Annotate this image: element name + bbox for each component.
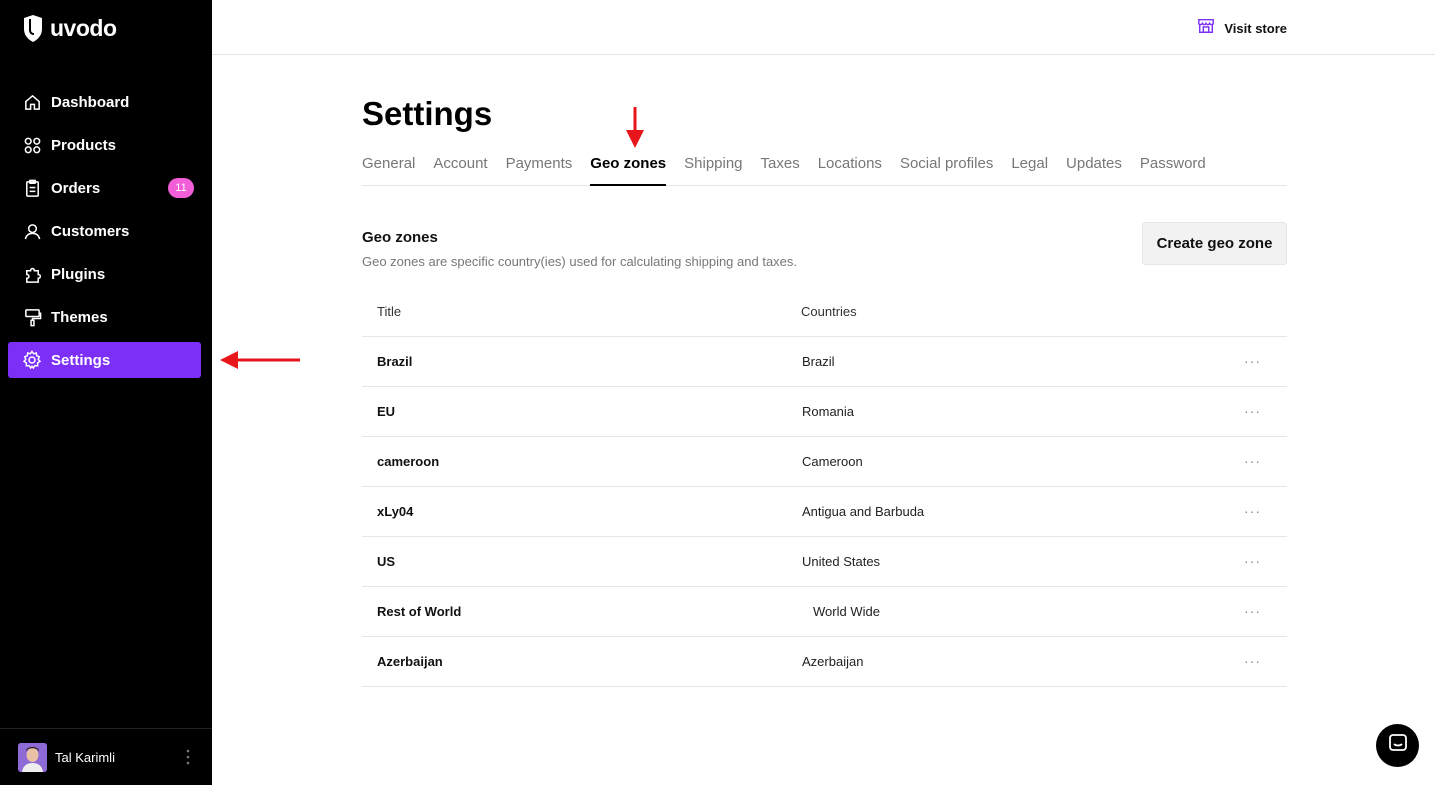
zone-countries: Cameroon	[802, 454, 863, 469]
zone-countries: World Wide	[813, 604, 880, 619]
table-row[interactable]: Azerbaijan Azerbaijan ···	[362, 637, 1287, 687]
sidebar-item-plugins[interactable]: Plugins	[8, 256, 201, 292]
puzzle-icon	[22, 264, 42, 284]
table-row[interactable]: Rest of World World Wide ···	[362, 587, 1287, 637]
table-row[interactable]: xLy04 Antigua and Barbuda ···	[362, 487, 1287, 537]
tab-locations[interactable]: Locations	[818, 152, 882, 186]
sidebar-item-label: Products	[51, 136, 117, 154]
tab-general[interactable]: General	[362, 152, 415, 186]
zone-title[interactable]: Azerbaijan	[377, 654, 443, 669]
user-name: Tal Karimli	[55, 749, 115, 765]
zone-title[interactable]: cameroon	[377, 454, 439, 469]
sidebar-item-label: Orders	[51, 179, 101, 197]
sidebar-item-label: Plugins	[51, 265, 106, 283]
tab-taxes[interactable]: Taxes	[761, 152, 800, 186]
top-bar: Visit store	[212, 0, 1435, 55]
logo[interactable]: uvodo	[22, 15, 117, 42]
row-actions-icon[interactable]: ···	[1244, 653, 1261, 669]
row-actions-icon[interactable]: ···	[1244, 503, 1261, 519]
visit-store-label: Visit store	[1224, 21, 1287, 36]
user-menu-kebab-icon[interactable]	[186, 749, 190, 765]
sidebar-item-themes[interactable]: Themes	[8, 299, 201, 335]
tab-updates[interactable]: Updates	[1066, 152, 1122, 186]
home-icon	[22, 92, 42, 112]
zone-title[interactable]: EU	[377, 404, 395, 419]
table-row[interactable]: cameroon Cameroon ···	[362, 437, 1287, 487]
paint-roller-icon	[22, 307, 42, 327]
zone-title[interactable]: Rest of World	[377, 604, 461, 619]
tab-legal[interactable]: Legal	[1011, 152, 1048, 186]
storefront-icon	[1197, 17, 1215, 40]
sidebar-item-settings[interactable]: Settings	[8, 342, 201, 378]
sidebar-item-products[interactable]: Products	[8, 127, 201, 163]
geo-zones-table: Title Countries Brazil Brazil ··· EU Rom…	[362, 287, 1287, 687]
avatar	[18, 742, 47, 772]
sidebar-item-label: Settings	[51, 351, 111, 369]
zone-countries: Antigua and Barbuda	[802, 504, 925, 519]
table-row[interactable]: EU Romania ···	[362, 387, 1287, 437]
orders-count-badge: 11	[168, 178, 194, 198]
zone-countries: United States	[802, 554, 881, 569]
row-actions-icon[interactable]: ···	[1244, 403, 1261, 419]
zone-title[interactable]: US	[377, 554, 395, 569]
clipboard-icon	[22, 178, 42, 198]
section-description: Geo zones are specific country(ies) used…	[362, 254, 798, 269]
zone-title[interactable]: Brazil	[377, 354, 412, 369]
sidebar-item-customers[interactable]: Customers	[8, 213, 201, 249]
tab-social-profiles[interactable]: Social profiles	[900, 152, 993, 186]
tab-password[interactable]: Password	[1140, 152, 1206, 186]
create-geo-zone-button[interactable]: Create geo zone	[1142, 222, 1287, 265]
zone-countries: Azerbaijan	[802, 654, 864, 669]
chat-icon	[1388, 733, 1408, 758]
tab-account[interactable]: Account	[433, 152, 487, 186]
sidebar-nav: Dashboard Products Orders 11 Customers P…	[8, 84, 201, 385]
zone-countries: Romania	[802, 404, 855, 419]
table-header: Title Countries	[362, 287, 1287, 337]
column-header-countries: Countries	[801, 304, 857, 319]
sidebar-item-label: Customers	[51, 222, 130, 240]
table-row[interactable]: Brazil Brazil ···	[362, 337, 1287, 387]
annotation-arrow-down-icon	[626, 107, 644, 148]
sidebar: uvodo Dashboard Products Orders 11 Custo…	[0, 0, 212, 785]
grid-circles-icon	[22, 135, 42, 155]
user-profile[interactable]: Tal Karimli	[0, 728, 212, 785]
row-actions-icon[interactable]: ···	[1244, 603, 1261, 619]
zone-countries: Brazil	[802, 354, 835, 369]
chat-launcher-button[interactable]	[1376, 724, 1419, 767]
tab-payments[interactable]: Payments	[506, 152, 573, 186]
page-title: Settings	[362, 95, 493, 132]
annotation-arrow-left-icon	[220, 351, 300, 369]
row-actions-icon[interactable]: ···	[1244, 353, 1261, 369]
table-row[interactable]: US United States ···	[362, 537, 1287, 587]
sidebar-item-orders[interactable]: Orders 11	[8, 170, 201, 206]
row-actions-icon[interactable]: ···	[1244, 553, 1261, 569]
sidebar-item-label: Themes	[51, 308, 108, 326]
row-actions-icon[interactable]: ···	[1244, 453, 1261, 469]
section-title: Geo zones	[362, 229, 438, 246]
tab-shipping[interactable]: Shipping	[684, 152, 742, 186]
column-header-title: Title	[377, 304, 402, 319]
logo-text: uvodo	[50, 15, 117, 41]
sidebar-item-label: Dashboard	[51, 93, 130, 111]
uvodo-logo-icon	[24, 15, 42, 42]
tab-geo-zones[interactable]: Geo zones	[590, 152, 667, 186]
gear-icon	[22, 350, 42, 370]
settings-tabs: General Account Payments Geo zones Shipp…	[362, 152, 1287, 186]
zone-title[interactable]: xLy04	[377, 504, 413, 519]
sidebar-item-dashboard[interactable]: Dashboard	[8, 84, 201, 120]
user-icon	[22, 221, 42, 241]
visit-store-button[interactable]: Visit store	[1197, 17, 1287, 40]
